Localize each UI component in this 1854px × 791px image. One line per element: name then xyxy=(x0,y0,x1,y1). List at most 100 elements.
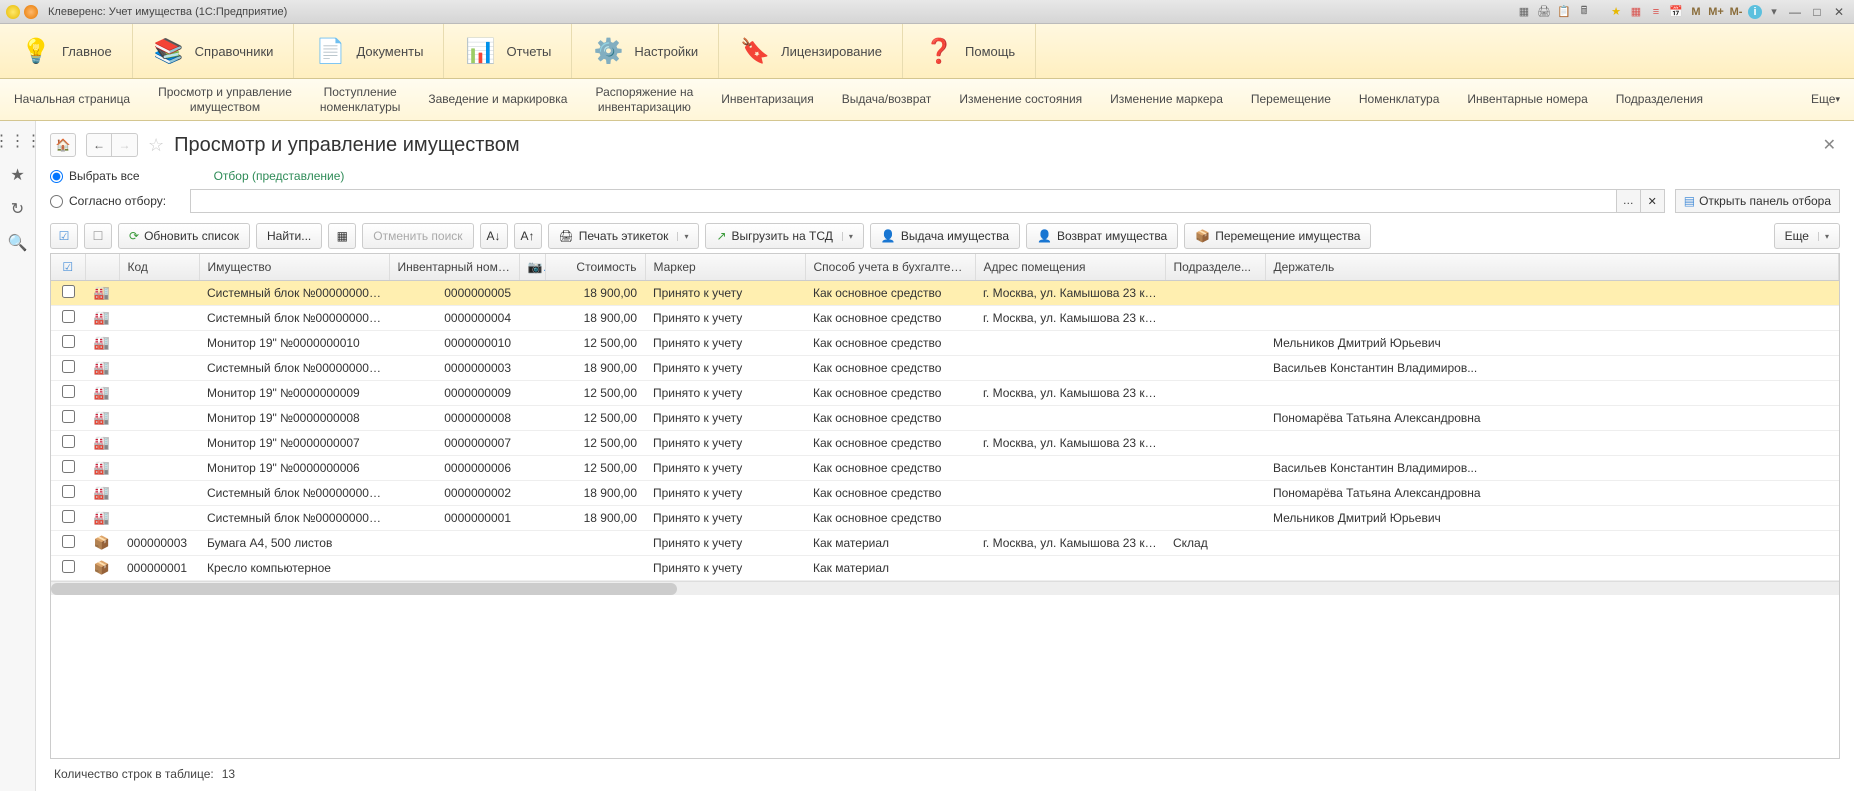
ribbon-item-5[interactable]: 🔖Лицензирование xyxy=(719,24,903,78)
filter-representation[interactable]: Отбор (представление) xyxy=(214,169,345,183)
m-button[interactable]: M xyxy=(1688,4,1704,20)
row-checkbox[interactable] xyxy=(62,385,75,398)
sort-desc-button[interactable]: A↑ xyxy=(514,223,542,249)
favorites-icon[interactable]: ★ xyxy=(1608,4,1624,20)
table-row[interactable]: 🏭 Монитор 19" №0000000006 0000000006 12 … xyxy=(51,456,1839,481)
row-checkbox[interactable] xyxy=(62,535,75,548)
col-photo[interactable]: 📷 xyxy=(519,254,545,281)
submenu-item-9[interactable]: Перемещение xyxy=(1237,79,1345,120)
submenu-item-4[interactable]: Распоряжение наинвентаризацию xyxy=(581,79,707,120)
submenu-item-6[interactable]: Выдача/возврат xyxy=(828,79,946,120)
filter-input[interactable] xyxy=(190,189,1617,213)
horizontal-scrollbar[interactable] xyxy=(51,581,1839,595)
row-checkbox[interactable] xyxy=(62,485,75,498)
close-window-button[interactable]: ✕ xyxy=(1830,5,1848,19)
submenu-item-1[interactable]: Просмотр и управлениеимуществом xyxy=(144,79,306,120)
cancel-search-button[interactable]: Отменить поиск xyxy=(362,223,473,249)
by-filter-radio[interactable]: Согласно отбору: xyxy=(50,194,180,208)
forward-button[interactable]: → xyxy=(112,133,138,157)
row-checkbox[interactable] xyxy=(62,360,75,373)
filter-clear-button[interactable]: ✕ xyxy=(1641,189,1665,213)
col-cost[interactable]: Стоимость xyxy=(545,254,645,281)
ribbon-item-4[interactable]: ⚙️Настройки xyxy=(572,24,719,78)
titlebar-doc-icon[interactable]: 📋 xyxy=(1556,4,1572,20)
submenu-item-5[interactable]: Инвентаризация xyxy=(707,79,827,120)
submenu-item-10[interactable]: Номенклатура xyxy=(1345,79,1454,120)
more-actions-button[interactable]: Еще xyxy=(1774,223,1840,249)
submenu-more[interactable]: Еще xyxy=(1797,79,1854,120)
issue-button[interactable]: 👤Выдача имущества xyxy=(870,223,1020,249)
col-holder[interactable]: Держатель xyxy=(1265,254,1839,281)
sort-asc-button[interactable]: A↓ xyxy=(480,223,508,249)
by-filter-radio-input[interactable] xyxy=(50,195,63,208)
titlebar-tool-icon[interactable]: ▦ xyxy=(1516,4,1532,20)
table-row[interactable]: 🏭 Системный блок №00000000002 0000000002… xyxy=(51,481,1839,506)
move-button[interactable]: 📦Перемещение имущества xyxy=(1184,223,1371,249)
row-checkbox[interactable] xyxy=(62,560,75,573)
search-icon[interactable]: 🔍 xyxy=(8,233,28,253)
col-property[interactable]: Имущество xyxy=(199,254,389,281)
row-checkbox[interactable] xyxy=(62,460,75,473)
find-button[interactable]: Найти... xyxy=(256,223,322,249)
m-plus-button[interactable]: M+ xyxy=(1708,4,1724,20)
col-division[interactable]: Подразделе... xyxy=(1165,254,1265,281)
upload-tsd-button[interactable]: ↗Выгрузить на ТСД xyxy=(705,223,863,249)
back-button[interactable]: ← xyxy=(86,133,112,157)
submenu-item-11[interactable]: Инвентарные номера xyxy=(1453,79,1601,120)
table-row[interactable]: 🏭 Системный блок №00000000003 0000000003… xyxy=(51,356,1839,381)
col-code[interactable]: Код xyxy=(119,254,199,281)
filter-ellipsis-button[interactable]: … xyxy=(1617,189,1641,213)
return-button[interactable]: 👤Возврат имущества xyxy=(1026,223,1178,249)
submenu-item-12[interactable]: Подразделения xyxy=(1602,79,1717,120)
submenu-item-2[interactable]: Поступлениеноменклатуры xyxy=(306,79,414,120)
titlebar-list-icon[interactable]: ≡ xyxy=(1648,4,1664,20)
ribbon-item-3[interactable]: 📊Отчеты xyxy=(444,24,572,78)
ribbon-item-1[interactable]: 📚Справочники xyxy=(133,24,295,78)
m-minus-button[interactable]: M- xyxy=(1728,4,1744,20)
row-checkbox[interactable] xyxy=(62,335,75,348)
table-row[interactable]: 📦 000000001 Кресло компьютерное Принято … xyxy=(51,556,1839,581)
submenu-item-7[interactable]: Изменение состояния xyxy=(945,79,1096,120)
titlebar-print-icon[interactable]: 🖨 xyxy=(1536,4,1552,20)
col-inv-number[interactable]: Инвентарный номер xyxy=(389,254,519,281)
check-all-button[interactable]: ☑ xyxy=(50,223,78,249)
close-tab-button[interactable]: ✕ xyxy=(1819,131,1840,159)
submenu-item-0[interactable]: Начальная страница xyxy=(0,79,144,120)
ribbon-item-0[interactable]: 💡Главное xyxy=(0,24,133,78)
table-row[interactable]: 🏭 Системный блок №00000000001 0000000001… xyxy=(51,506,1839,531)
star-icon[interactable]: ★ xyxy=(10,165,24,185)
ribbon-item-6[interactable]: ❓Помощь xyxy=(903,24,1036,78)
row-checkbox[interactable] xyxy=(62,510,75,523)
ribbon-item-2[interactable]: 📄Документы xyxy=(294,24,444,78)
submenu-item-8[interactable]: Изменение маркера xyxy=(1096,79,1237,120)
table-row[interactable]: 🏭 Монитор 19" №0000000010 0000000010 12 … xyxy=(51,331,1839,356)
uncheck-all-button[interactable]: ☐ xyxy=(84,223,112,249)
col-icon[interactable] xyxy=(85,254,119,281)
dropdown-icon[interactable]: ▾ xyxy=(1766,4,1782,20)
table-row[interactable]: 🏭 Монитор 19" №0000000008 0000000008 12 … xyxy=(51,406,1839,431)
table-wrapper[interactable]: ☑ Код Имущество Инвентарный номер 📷 Стои… xyxy=(50,253,1840,759)
history-icon[interactable]: ↻ xyxy=(11,199,24,219)
table-row[interactable]: 🏭 Монитор 19" №0000000009 0000000009 12 … xyxy=(51,381,1839,406)
table-row[interactable]: 📦 000000003 Бумага А4, 500 листов Принят… xyxy=(51,531,1839,556)
row-checkbox[interactable] xyxy=(62,285,75,298)
table-row[interactable]: 🏭 Монитор 19" №0000000007 0000000007 12 … xyxy=(51,431,1839,456)
select-all-radio-input[interactable] xyxy=(50,170,63,183)
info-icon[interactable]: i xyxy=(1748,5,1762,19)
row-checkbox[interactable] xyxy=(62,310,75,323)
table-row[interactable]: 🏭 Системный блок №00000000005 0000000005… xyxy=(51,281,1839,306)
home-button[interactable]: 🏠 xyxy=(50,133,76,157)
favorite-page-icon[interactable]: ☆ xyxy=(148,135,164,156)
calendar-button[interactable]: ▦ xyxy=(328,223,356,249)
refresh-list-button[interactable]: ⟳Обновить список xyxy=(118,223,250,249)
row-checkbox[interactable] xyxy=(62,410,75,423)
select-all-radio[interactable]: Выбрать все xyxy=(50,169,140,183)
col-check[interactable]: ☑ xyxy=(51,254,85,281)
submenu-item-3[interactable]: Заведение и маркировка xyxy=(414,79,581,120)
maximize-button[interactable]: □ xyxy=(1808,5,1826,19)
table-row[interactable]: 🏭 Системный блок №00000000004 0000000004… xyxy=(51,306,1839,331)
calendar-icon[interactable]: 📅 xyxy=(1668,4,1684,20)
scroll-thumb[interactable] xyxy=(51,583,677,595)
print-labels-button[interactable]: 🖨Печать этикеток xyxy=(548,223,700,249)
open-filter-panel-button[interactable]: ▤ Открыть панель отбора xyxy=(1675,189,1840,213)
